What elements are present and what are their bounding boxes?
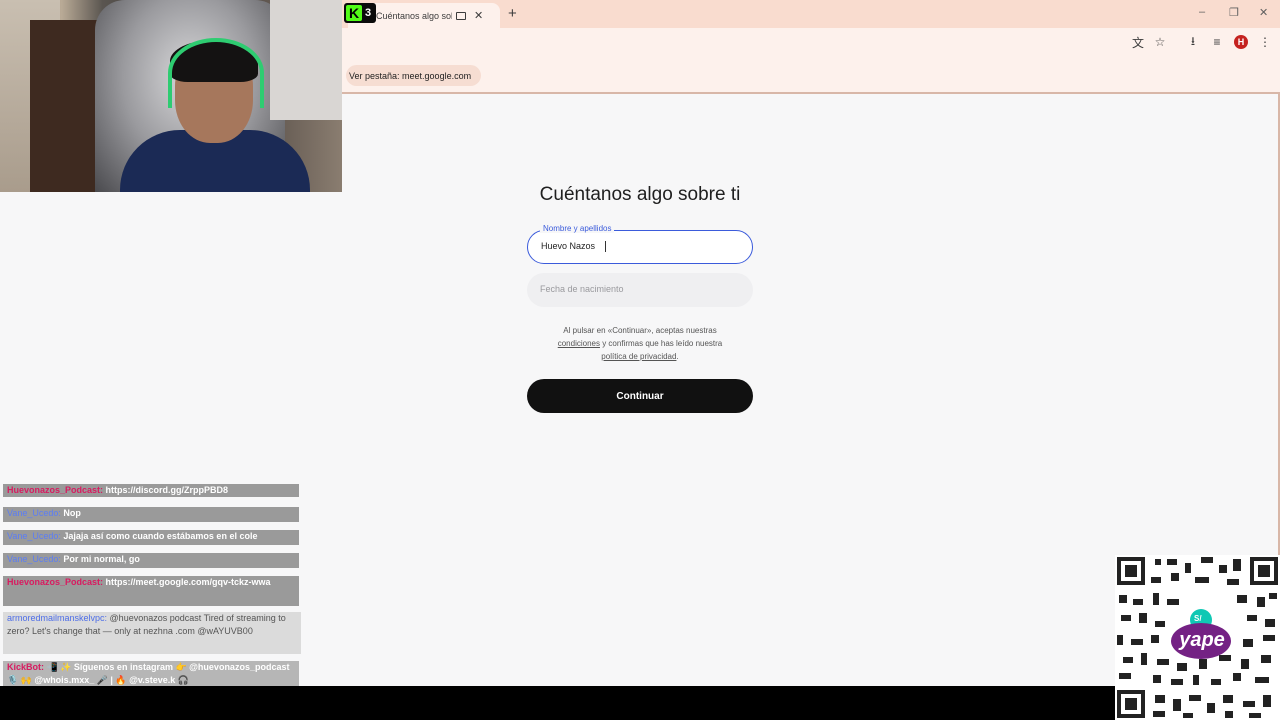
terms-line1: Al pulsar en «Continuar», aceptas nuestr… <box>563 326 717 335</box>
chat-message: KickBot: 📲 ✨ Síguenos en instagram 👉 @hu… <box>3 661 299 686</box>
name-field[interactable]: Nombre y apellidos Huevo Nazos <box>527 224 753 264</box>
text-cursor <box>605 241 606 252</box>
chat-user: Vane_Ucedo: <box>7 531 61 541</box>
translate-icon[interactable]: 文 <box>1130 34 1146 50</box>
chat-message: Huevonazos_Podcast: https://discord.gg/Z… <box>3 484 299 497</box>
chat-user: Huevonazos_Podcast: <box>7 577 104 587</box>
maximize-button[interactable]: ❐ <box>1229 6 1239 19</box>
birthdate-placeholder: Fecha de nacimiento <box>540 284 624 294</box>
view-tab-chip[interactable]: Ver pestaña: meet.google.com <box>346 65 482 86</box>
browser-menu-icon[interactable]: ⋮ <box>1257 34 1273 50</box>
download-icon[interactable]: ⭳ <box>1185 34 1201 50</box>
chat-message: Huevonazos_Podcast: https://meet.google.… <box>3 576 299 606</box>
browser-tab-bar: Cuéntanos algo sobre ti - G ✕ + – ❐ ✕ <box>342 0 1280 28</box>
media-control-icon[interactable]: ≡ <box>1209 34 1225 50</box>
birthdate-field[interactable]: Fecha de nacimiento <box>527 273 753 307</box>
chat-message: Vane_Ucedo: Jajaja así como cuando estáb… <box>3 530 299 545</box>
chat-text: Jajaja así como cuando estábamos en el c… <box>60 531 258 541</box>
terms-text: Al pulsar en «Continuar», aceptas nuestr… <box>530 324 750 363</box>
privacy-link[interactable]: política de privacidad <box>601 352 676 361</box>
chat-user: Vane_Ucedo: <box>7 508 61 518</box>
terms-line2: y confirmas que has leído nuestra <box>599 339 723 348</box>
bookmark-star-icon[interactable]: ☆ <box>1152 34 1168 50</box>
profile-avatar[interactable]: H <box>1234 35 1248 49</box>
chat-user: Vane_Ucedo: <box>7 554 61 564</box>
terms-end: . <box>676 352 679 361</box>
chat-message: armoredmailmanskelvpc: @huevonazos podca… <box>3 612 301 654</box>
browser-toolbar: 文 ☆ ⭳ ≡ H ⋮ <box>342 28 1280 58</box>
window-close-button[interactable]: ✕ <box>1259 6 1268 19</box>
kick-logo-icon: K <box>346 5 362 21</box>
tab-sharing-icon <box>456 11 466 20</box>
name-field-label: Nombre y apellidos <box>540 224 615 233</box>
name-field-value: Huevo Nazos <box>541 241 596 251</box>
webcam-headset <box>168 38 264 108</box>
kick-badge: K 3 <box>344 3 376 23</box>
chat-text: Por mi normal, go <box>60 554 140 564</box>
chat-text: 📲 ✨ Síguenos en instagram 👉 @huevonazos_… <box>7 662 290 685</box>
tab-close-icon[interactable]: ✕ <box>474 9 483 22</box>
chat-user: KickBot: <box>7 662 45 672</box>
chat-user: Huevonazos_Podcast: <box>7 485 104 495</box>
continue-button[interactable]: Continuar <box>527 379 753 413</box>
tab-share-infobar: Ver pestaña: meet.google.com <box>342 58 1280 94</box>
chat-user: armoredmailmanskelvpc: <box>7 613 108 623</box>
chat-text: https://meet.google.com/gqv-tckz-wwa <box>103 577 271 587</box>
chat-message: Vane_Ucedo: Por mi normal, go <box>3 553 299 568</box>
kick-count: 3 <box>365 7 372 19</box>
webcam-poster <box>270 0 342 120</box>
yape-logo: yape <box>1172 618 1232 662</box>
new-tab-button[interactable]: + <box>508 5 517 22</box>
terms-link[interactable]: condiciones <box>558 339 600 348</box>
page-title: Cuéntanos algo sobre ti <box>539 184 741 205</box>
chat-text: Nop <box>60 508 81 518</box>
chat-text: https://discord.gg/ZrppPBD8 <box>103 485 229 495</box>
chat-message: Vane_Ucedo: Nop <box>3 507 299 522</box>
webcam-feed <box>0 0 342 192</box>
currency-symbol: S/ <box>1194 614 1202 623</box>
minimize-button[interactable]: – <box>1199 6 1205 18</box>
yape-brand: yape <box>1179 629 1225 651</box>
bottom-bar <box>0 686 1280 720</box>
